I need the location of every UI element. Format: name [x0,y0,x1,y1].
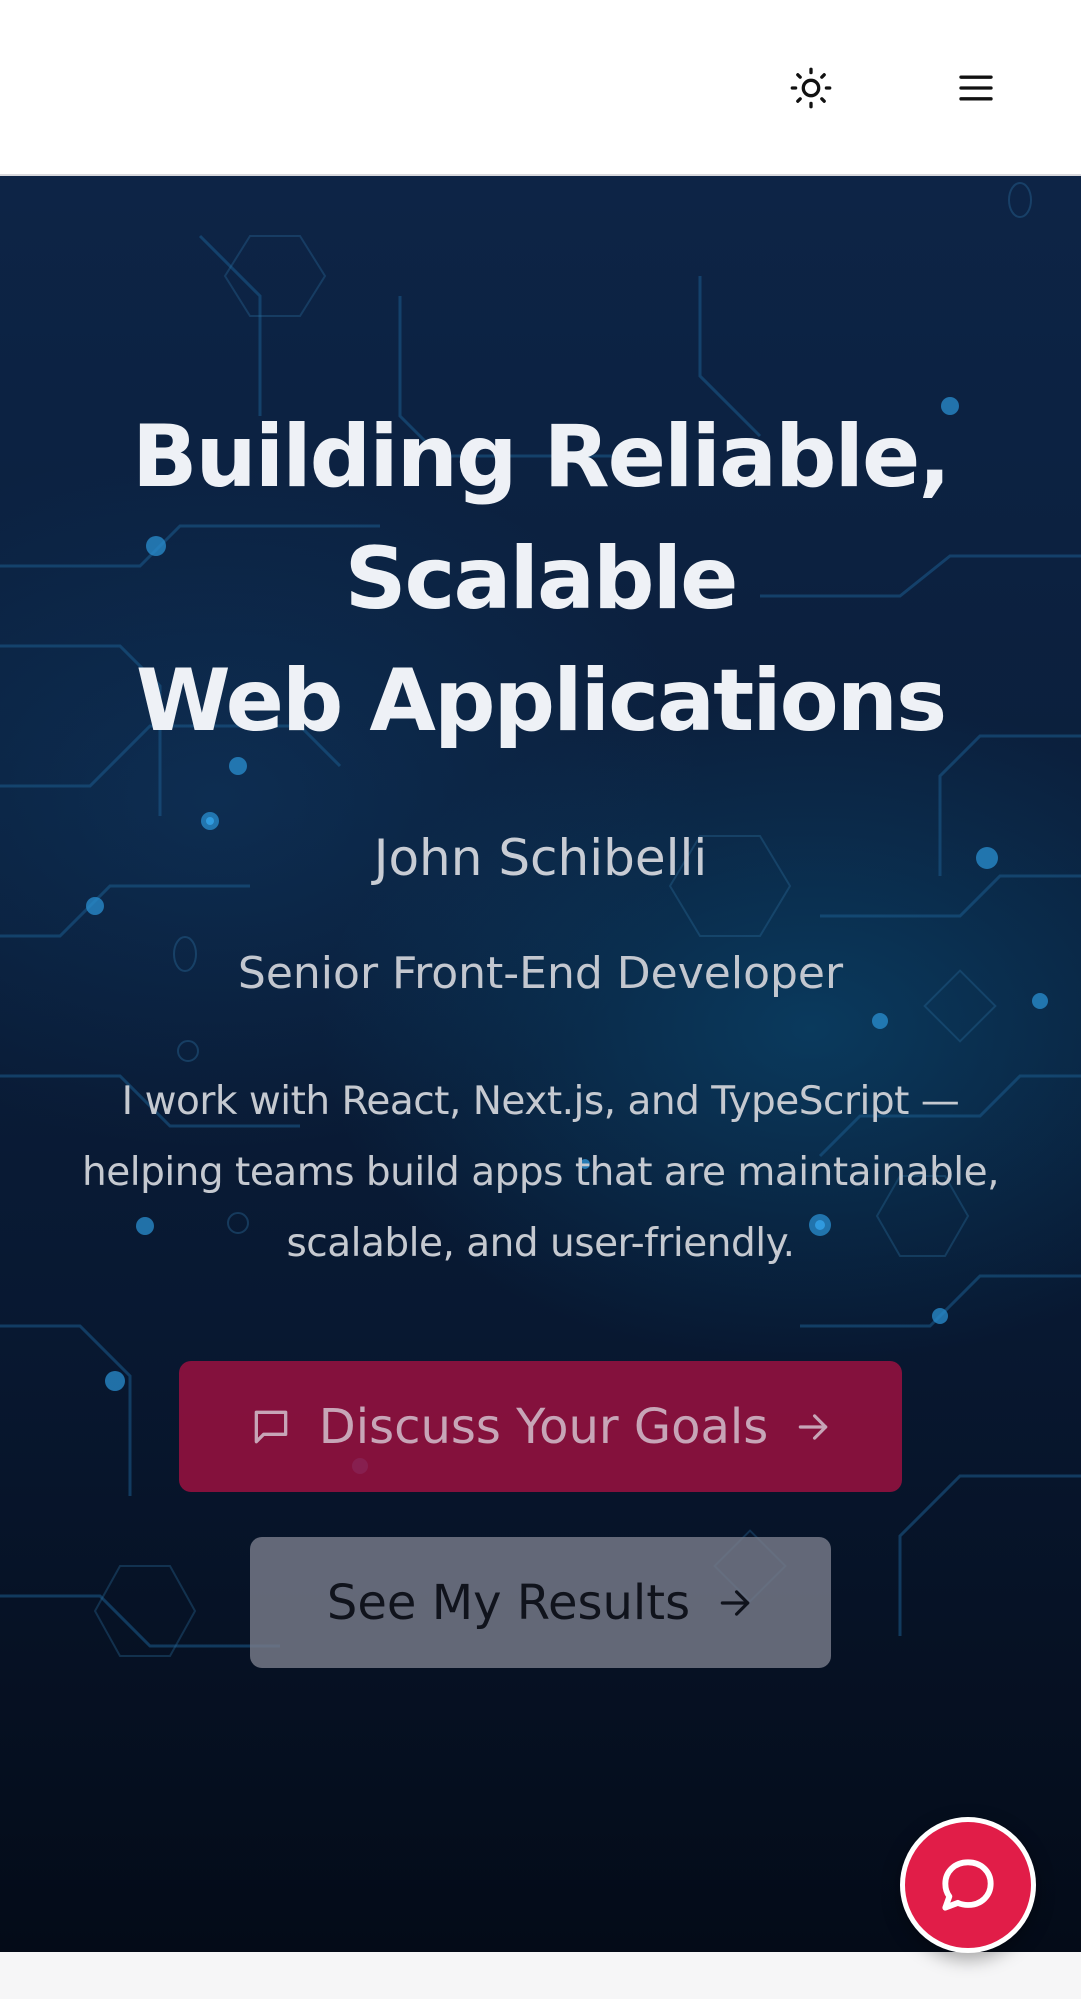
hero-description-line: scalable, and user-friendly. [286,1221,795,1266]
discuss-your-goals-label: Discuss Your Goals [318,1398,769,1455]
hero-description: I work with React, Next.js, and TypeScri… [40,1066,1041,1279]
author-name: John Schibelli [373,829,708,887]
page: Building Reliable, Scalable Web Applicat… [0,0,1081,1999]
theme-toggle-button[interactable] [781,58,841,118]
hero-title-line: Scalable [344,529,739,629]
see-my-results-label: See My Results [326,1574,691,1631]
top-navigation-bar [0,0,1081,176]
hero-title: Building Reliable, Scalable Web Applicat… [40,396,1041,762]
menu-button[interactable] [946,58,1006,118]
hero-description-line: I work with React, Next.js, and TypeScri… [121,1079,960,1124]
chat-button[interactable] [900,1817,1036,1953]
hero-title-line: Web Applications [135,651,947,751]
hero-description-line: helping teams build apps that are mainta… [82,1150,999,1195]
page-footer-strip [0,1952,1081,1999]
hamburger-menu-icon [959,75,993,101]
see-my-results-button[interactable]: See My Results [250,1537,831,1668]
hero-title-line: Building Reliable, [131,407,951,507]
message-square-icon [254,1410,288,1443]
arrow-right-icon [798,1413,828,1440]
author-role: Senior Front-End Developer [237,948,844,999]
hero-section: Building Reliable, Scalable Web Applicat… [0,176,1081,1952]
sun-icon [790,67,832,109]
discuss-your-goals-button[interactable]: Discuss Your Goals [179,1361,902,1492]
chat-bubble-icon [942,1859,994,1911]
arrow-right-icon [720,1589,750,1616]
